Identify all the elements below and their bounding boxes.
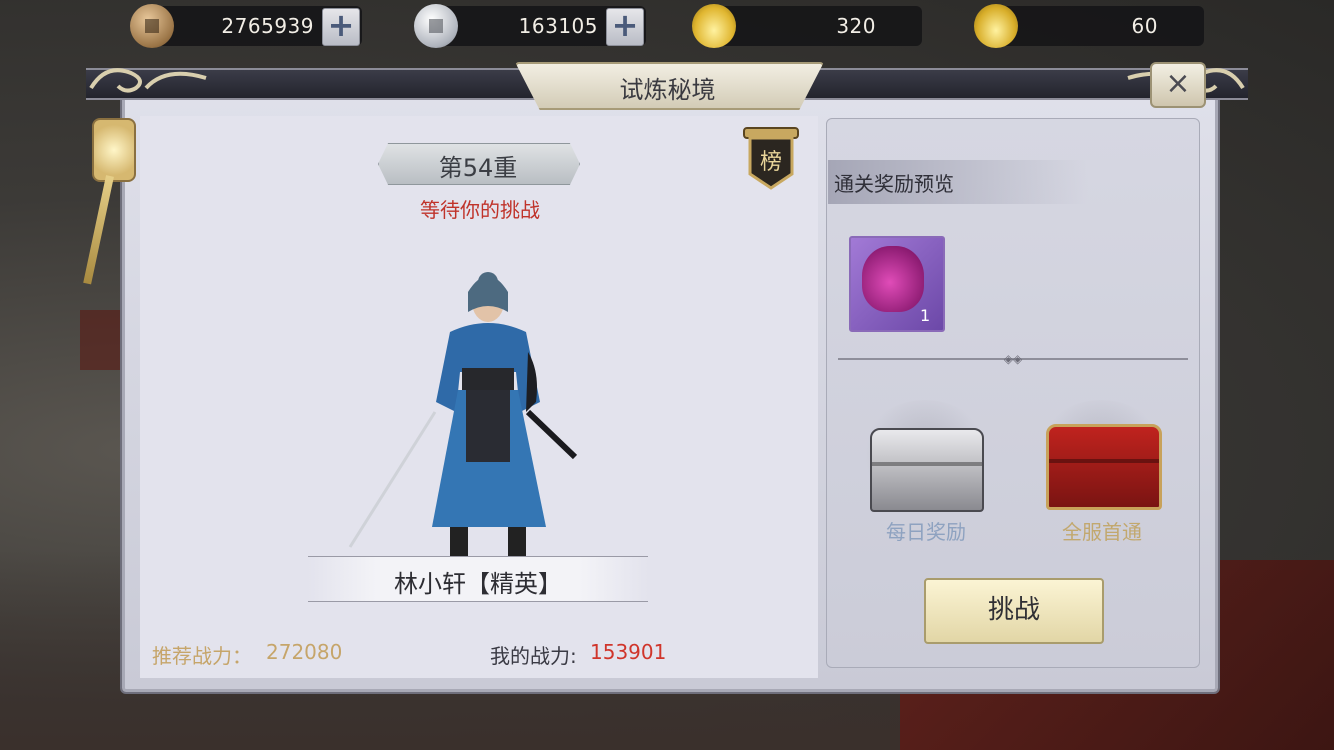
recommended-power-label: 推荐战力： xyxy=(152,644,252,668)
my-power-value: 153901 xyxy=(590,640,667,664)
leaderboard-badge-char: 榜 xyxy=(759,150,782,175)
silver-coin-icon xyxy=(414,4,458,48)
dialog-title: 试炼秘境 xyxy=(619,76,716,104)
add-bronze-coin-button[interactable]: + xyxy=(322,8,360,46)
bronze-coin-icon xyxy=(130,4,174,48)
gold-ingot-value: 320 xyxy=(836,14,876,38)
silver-chest-icon[interactable] xyxy=(870,428,984,512)
divider-ornament: ◈◈ xyxy=(1003,352,1023,366)
purple-reward-bag-icon xyxy=(862,246,924,312)
daily-reward-label[interactable]: 每日奖励 xyxy=(856,516,996,545)
reward-item-quantity: 1 xyxy=(920,306,931,325)
enemy-name: 林小轩【精英】 xyxy=(394,570,562,598)
challenge-status: 等待你的挑战 xyxy=(420,198,540,222)
reward-preview-title: 通关奖励预览 xyxy=(834,172,954,196)
stage-label: 第54重 xyxy=(438,154,518,182)
currency-bronze: 2765939 + xyxy=(130,4,362,48)
close-button[interactable]: × xyxy=(1150,62,1206,108)
gold-ingot-icon xyxy=(692,4,736,48)
enemy-character-model xyxy=(348,272,578,559)
add-silver-coin-button[interactable]: + xyxy=(606,8,644,46)
bound-gold-value: 60 xyxy=(1131,14,1158,38)
challenge-button[interactable]: 挑战 xyxy=(924,578,1104,644)
bronze-coin-value: 2765939 xyxy=(221,14,314,38)
left-cloud-ornament-icon xyxy=(89,68,207,93)
background-carpet-left xyxy=(80,310,120,370)
currency-bar: 2765939 + 163105 + 320 60 xyxy=(130,4,1204,48)
locked-gold-ingot-icon xyxy=(974,4,1018,48)
server-first-clear-label[interactable]: 全服首通 xyxy=(1032,516,1172,545)
recommended-power-value: 272080 xyxy=(266,640,343,664)
silver-coin-value: 163105 xyxy=(518,14,598,38)
currency-gold: 320 xyxy=(692,4,922,48)
my-power-label: 我的战力: xyxy=(490,644,577,668)
red-gold-chest-icon[interactable] xyxy=(1046,424,1162,510)
lantern-icon xyxy=(92,118,136,182)
currency-bound-gold: 60 xyxy=(974,4,1204,48)
currency-silver: 163105 + xyxy=(414,4,646,48)
lantern-tassel xyxy=(83,175,114,285)
